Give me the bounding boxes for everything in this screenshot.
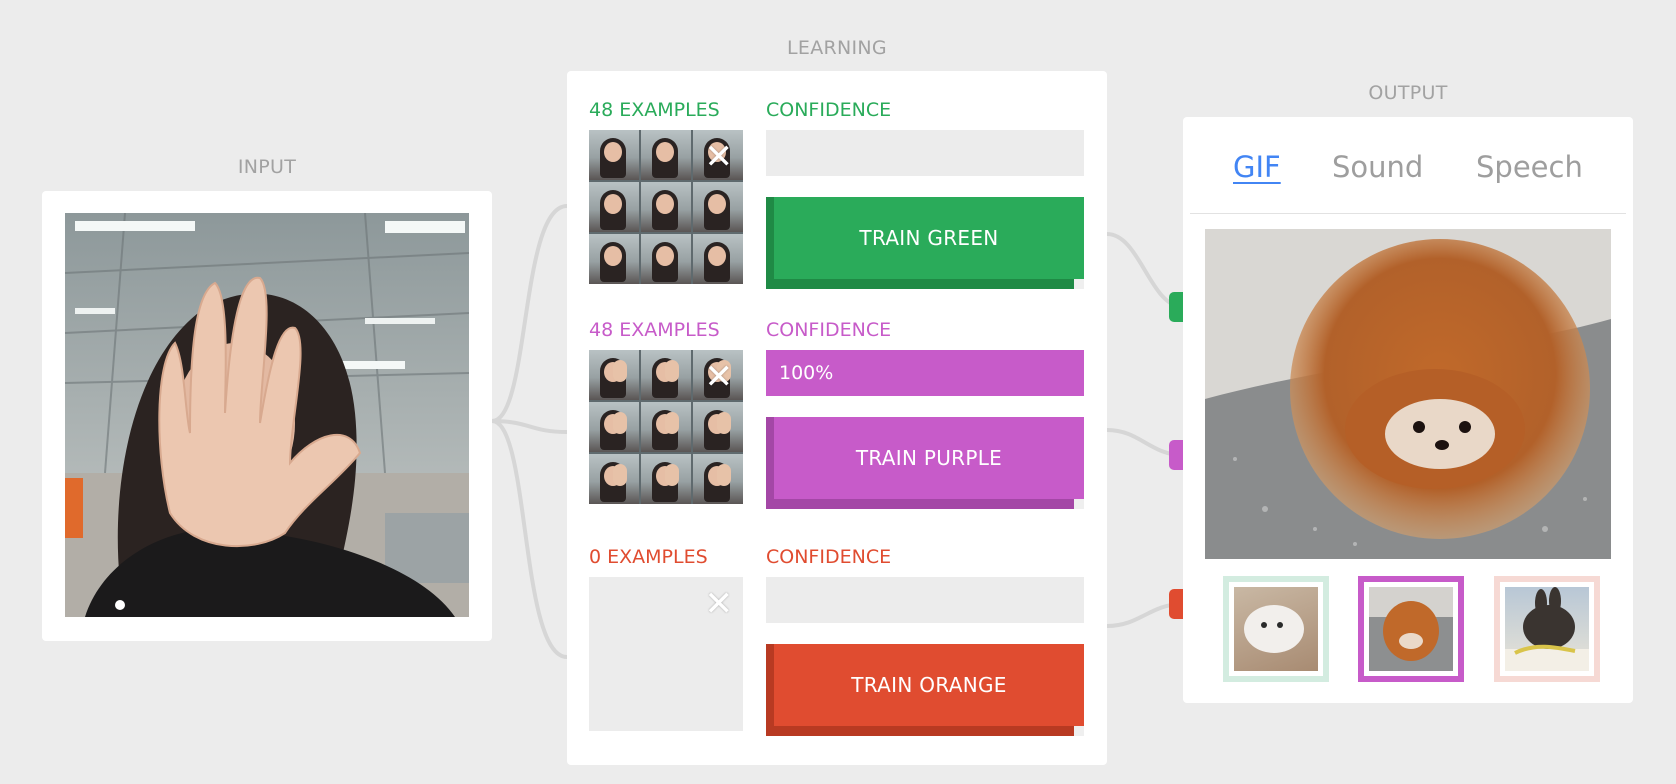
examples-count-green: 48 EXAMPLES (589, 99, 720, 121)
confidence-label-purple: CONFIDENCE (766, 319, 892, 341)
output-section-label: OUTPUT (1368, 82, 1448, 104)
confidence-label-orange: CONFIDENCE (766, 546, 892, 568)
bunny-image (1505, 587, 1589, 671)
tab-gif[interactable]: GIF (1233, 150, 1281, 184)
example-thumb (693, 182, 743, 232)
confidence-bar-orange (766, 577, 1084, 623)
output-gif-display (1205, 229, 1611, 559)
clear-examples-orange-close-icon[interactable]: ✕ (705, 587, 734, 621)
examples-grid-purple: ✕ (589, 350, 743, 504)
clear-examples-purple-close-icon[interactable]: ✕ (705, 360, 734, 394)
confidence-bar-purple: 100% (766, 350, 1084, 396)
learning-section-label: LEARNING (787, 37, 887, 59)
example-thumb (693, 234, 743, 284)
gif-thumb-cat[interactable] (1223, 576, 1329, 682)
output-port-orange (1169, 589, 1183, 619)
class-orange: 0 EXAMPLES CONFIDENCE ✕ TRAIN ORANGE (589, 518, 1085, 736)
example-thumb (589, 234, 639, 284)
example-thumb (693, 454, 743, 504)
train-orange-label: TRAIN ORANGE (774, 644, 1084, 726)
learning-panel: 48 EXAMPLES CONFIDENCE ✕ TRAIN GREEN 48 … (567, 71, 1107, 765)
output-panel: GIF Sound Speech (1183, 117, 1633, 703)
train-orange-button[interactable]: TRAIN ORANGE (766, 644, 1084, 736)
examples-grid-orange: ✕ (589, 577, 743, 731)
example-thumb (641, 350, 691, 400)
cat-image (1244, 605, 1304, 653)
example-thumb (589, 402, 639, 452)
wire-input-orange (491, 419, 568, 659)
webcam-image (65, 213, 469, 617)
confidence-label-green: CONFIDENCE (766, 99, 892, 121)
pomeranian-image (1205, 229, 1611, 559)
gif-thumb-bunny[interactable] (1494, 576, 1600, 682)
example-thumb (589, 350, 639, 400)
train-green-label: TRAIN GREEN (774, 197, 1084, 279)
webcam-feed (65, 213, 469, 617)
class-green: 48 EXAMPLES CONFIDENCE ✕ TRAIN GREEN (589, 71, 1085, 289)
examples-count-purple: 48 EXAMPLES (589, 319, 720, 341)
examples-count-orange: 0 EXAMPLES (589, 546, 708, 568)
train-purple-button[interactable]: TRAIN PURPLE (766, 417, 1084, 509)
output-port-green (1169, 292, 1183, 322)
examples-grid-green: ✕ (589, 130, 743, 284)
output-tabs: GIF Sound Speech (1183, 117, 1633, 214)
train-green-button[interactable]: TRAIN GREEN (766, 197, 1084, 289)
wire-input-green (491, 204, 568, 423)
tab-divider (1190, 213, 1626, 214)
gif-thumb-pomeranian[interactable] (1358, 576, 1464, 682)
example-thumb (693, 402, 743, 452)
example-thumb (641, 234, 691, 284)
tab-sound[interactable]: Sound (1332, 150, 1423, 184)
input-section-label: INPUT (237, 156, 297, 178)
clear-examples-green-close-icon[interactable]: ✕ (705, 140, 734, 174)
example-thumb (641, 402, 691, 452)
example-thumb (641, 454, 691, 504)
example-thumb (589, 182, 639, 232)
input-panel (42, 191, 492, 641)
confidence-bar-green (766, 130, 1084, 176)
example-thumb (641, 182, 691, 232)
pomeranian-thumb-image (1369, 587, 1453, 661)
example-thumb (589, 130, 639, 180)
example-thumb (641, 130, 691, 180)
output-port-purple (1169, 440, 1183, 470)
class-purple: 48 EXAMPLES CONFIDENCE ✕ 100% TRAIN PURP… (589, 291, 1085, 509)
example-thumb (589, 454, 639, 504)
confidence-value-purple: 100% (779, 362, 834, 384)
tab-speech[interactable]: Speech (1476, 150, 1583, 184)
train-purple-label: TRAIN PURPLE (774, 417, 1084, 499)
